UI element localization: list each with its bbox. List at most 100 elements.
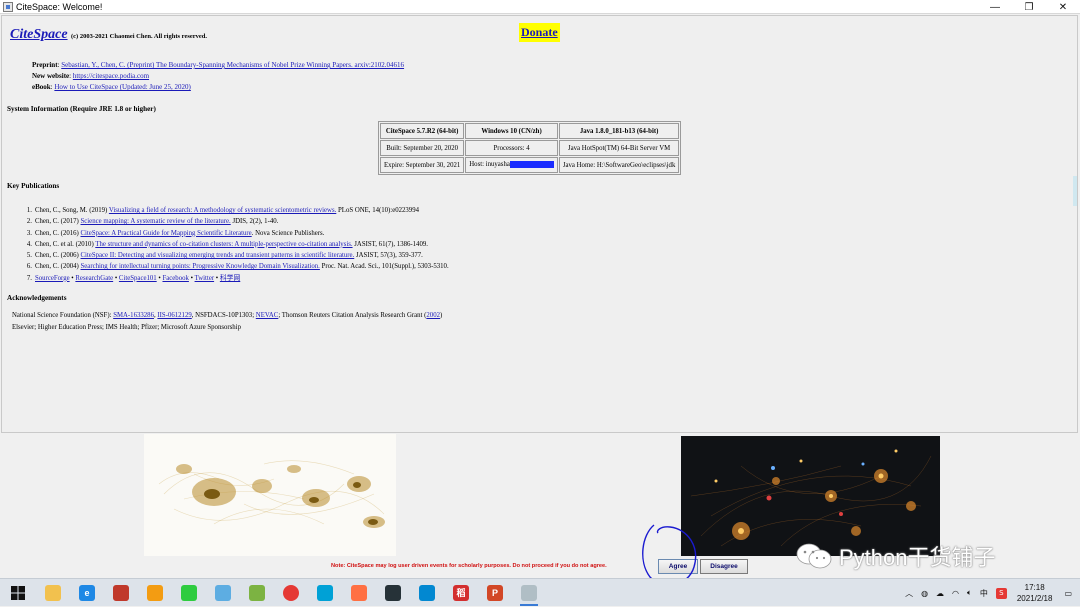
chevron-up-icon[interactable]: ︿ [905,588,913,599]
citespace-logo-link[interactable]: CiteSpace [10,27,68,43]
taskbar-app-search[interactable] [138,579,172,607]
grant-year-link[interactable]: 2002 [426,312,440,319]
taskbar-app-7[interactable] [240,579,274,607]
info-block: Preprint: Sebastian, Y., Chen, C. (Prepr… [32,61,405,91]
input-language[interactable]: 中 [980,588,988,599]
java-icon [521,584,537,601]
folder-icon [45,584,61,601]
pub-source: Proc. Nat. Acad. Sci., 101(Suppl.), 5303… [319,263,449,271]
item-number: 3. [26,229,32,237]
item-number: 4. [26,240,32,248]
taskbar-app-edge[interactable]: e [70,579,104,607]
list-item: 4. Chen, C. et al. (2010) The structure a… [27,239,449,250]
table-cell: Java Home: H:\SoftwareGeo\eclipses\jdk [558,157,680,173]
item-number: 2. [26,218,32,226]
preprint-link[interactable]: Sebastian, Y., Chen, C. (Preprint) The B… [61,61,404,69]
app-icon [419,584,435,601]
window-controls: — ❐ ✕ [978,0,1080,14]
sponsors-text: Elsevier; Higher Education Press; IMS He… [12,323,241,331]
ebook-link[interactable]: How to Use CiteSpace (Updated: June 25, … [54,83,190,91]
start-button[interactable] [0,579,36,607]
pub-authors: Chen, C. (2006) [35,252,81,260]
app-tray-icon[interactable]: ◍ [921,589,928,598]
table-cell: Processors: 4 [465,140,558,156]
taskbar-app-bilibili[interactable] [308,579,342,607]
redacted-hostname [509,161,554,169]
app-icon [249,584,265,601]
list-item: 6. Chen, C. (2004) Searching for intellec… [27,261,449,272]
taskbar-app-file-explorer[interactable] [36,579,70,607]
sourceforge-link[interactable]: SourceForge [35,275,70,282]
list-item: 5. Chen, C. (2006) CiteSpace II: Detectin… [27,250,449,261]
key-publications-title: Key Publications [7,182,60,190]
list-item: 3. Chen, C. (2016) CiteSpace: A Practical… [27,228,449,239]
item-number: 6. [26,263,32,271]
search-icon [147,584,163,601]
host-text: Host: inuyasha [469,161,510,169]
facebook-link[interactable]: Facebook [162,275,188,282]
sciencenet-link[interactable]: 科学网 [220,275,240,282]
app-icon: 稻 [453,584,469,601]
taskbar-app-6[interactable] [206,579,240,607]
ack-text: ) [440,312,443,319]
system-info-table: CiteSpace 5.7.R2 (64-bit) Windows 10 (CN… [378,121,682,175]
acknowledgements-text: National Science Foundation (NSF): SMA-1… [12,310,442,333]
notification-icon[interactable]: ▭ [1064,589,1072,598]
network-icon[interactable]: ◠ [952,589,959,598]
table-cell: Java 1.8.0_181-b13 (64-bit) [558,123,680,139]
taskbar-app-3[interactable] [104,579,138,607]
taskbar-app-13[interactable]: 稻 [444,579,478,607]
speaker-icon[interactable]: 🔈︎ [967,588,972,598]
cloud-icon[interactable]: ☁ [936,589,944,598]
table-cell: CiteSpace 5.7.R2 (64-bit) [380,123,465,139]
pub-source: . Nova Science Publishers. [251,229,325,237]
acknowledgements-title: Acknowledgements [7,294,67,302]
java-app-icon [3,1,13,12]
wechat-icon [181,584,197,601]
scrollbar-edge[interactable] [1073,176,1077,206]
twitter-link[interactable]: Twitter [195,275,215,282]
taskbar-clock[interactable]: 17:18 2021/2/18 [1017,582,1053,604]
agree-button[interactable]: Agree [658,559,698,574]
taskbar: e 稻 P ︿ ◍ ☁ ◠ 🔈︎ 中 S 17:18 2021/2/18 ▭ [0,578,1080,606]
watermark-text: Python干货铺子 [839,545,996,570]
pub-link[interactable]: Science mapping: A systematic review of … [81,218,231,225]
pub-link[interactable]: CiteSpace: A Practical Guide for Mapping… [81,230,252,237]
maximize-button[interactable]: ❐ [1012,0,1046,14]
website-link[interactable]: https://citespace.podia.com [73,72,149,80]
taskbar-app-chrome[interactable] [274,579,308,607]
pub-authors: Chen, C. (2004) [35,263,81,271]
pub-link[interactable]: Visualizing a field of research: A metho… [109,207,336,214]
pub-source: JASIST, 57(3), 359-377. [354,252,423,260]
table-cell: Expire: September 30, 2021 [380,157,465,173]
pub-authors: Chen, C. (2017) [35,218,81,226]
taskbar-app-10[interactable] [342,579,376,607]
bilibili-icon [317,584,333,601]
photos-icon [385,584,401,601]
taskbar-app-12[interactable] [410,579,444,607]
clock-time: 17:18 [1024,583,1045,592]
citespace101-link[interactable]: CiteSpace101 [119,275,157,282]
table-cell: Built: September 20, 2020 [380,140,465,156]
taskbar-app-java[interactable] [512,579,546,607]
pub-link[interactable]: CiteSpace II: Detecting and visualizing … [81,252,355,259]
disagree-button[interactable]: Disagree [700,559,748,574]
donate-link[interactable]: Donate [519,23,560,42]
cocitation-network-graphic [158,460,385,528]
nsf-grant-link[interactable]: SMA-1633286 [113,312,154,319]
pub-authors: Chen, C. et al. (2010) [35,240,96,248]
researchgate-link[interactable]: ResearchGate [75,275,113,282]
table-cell: Java HotSpot(TM) 64-Bit Server VM [558,140,680,156]
minimize-button[interactable]: — [978,0,1012,14]
nevac-link[interactable]: NEVAC [256,312,279,319]
pub-authors: Chen, C. (2016) [35,229,81,237]
sogou-icon[interactable]: S [995,587,1007,599]
taskbar-app-photos[interactable] [376,579,410,607]
pub-link[interactable]: Searching for intellectual turning point… [81,263,320,270]
nsf-grant-link[interactable]: IIS-0612129 [157,312,191,319]
pub-link[interactable]: The structure and dynamics of co-citatio… [95,241,352,248]
taskbar-app-powerpoint[interactable]: P [478,579,512,607]
close-button[interactable]: ✕ [1046,0,1080,14]
taskbar-app-wechat[interactable] [172,579,206,607]
ack-text: , NSFDACS-10P1303; [191,312,256,319]
